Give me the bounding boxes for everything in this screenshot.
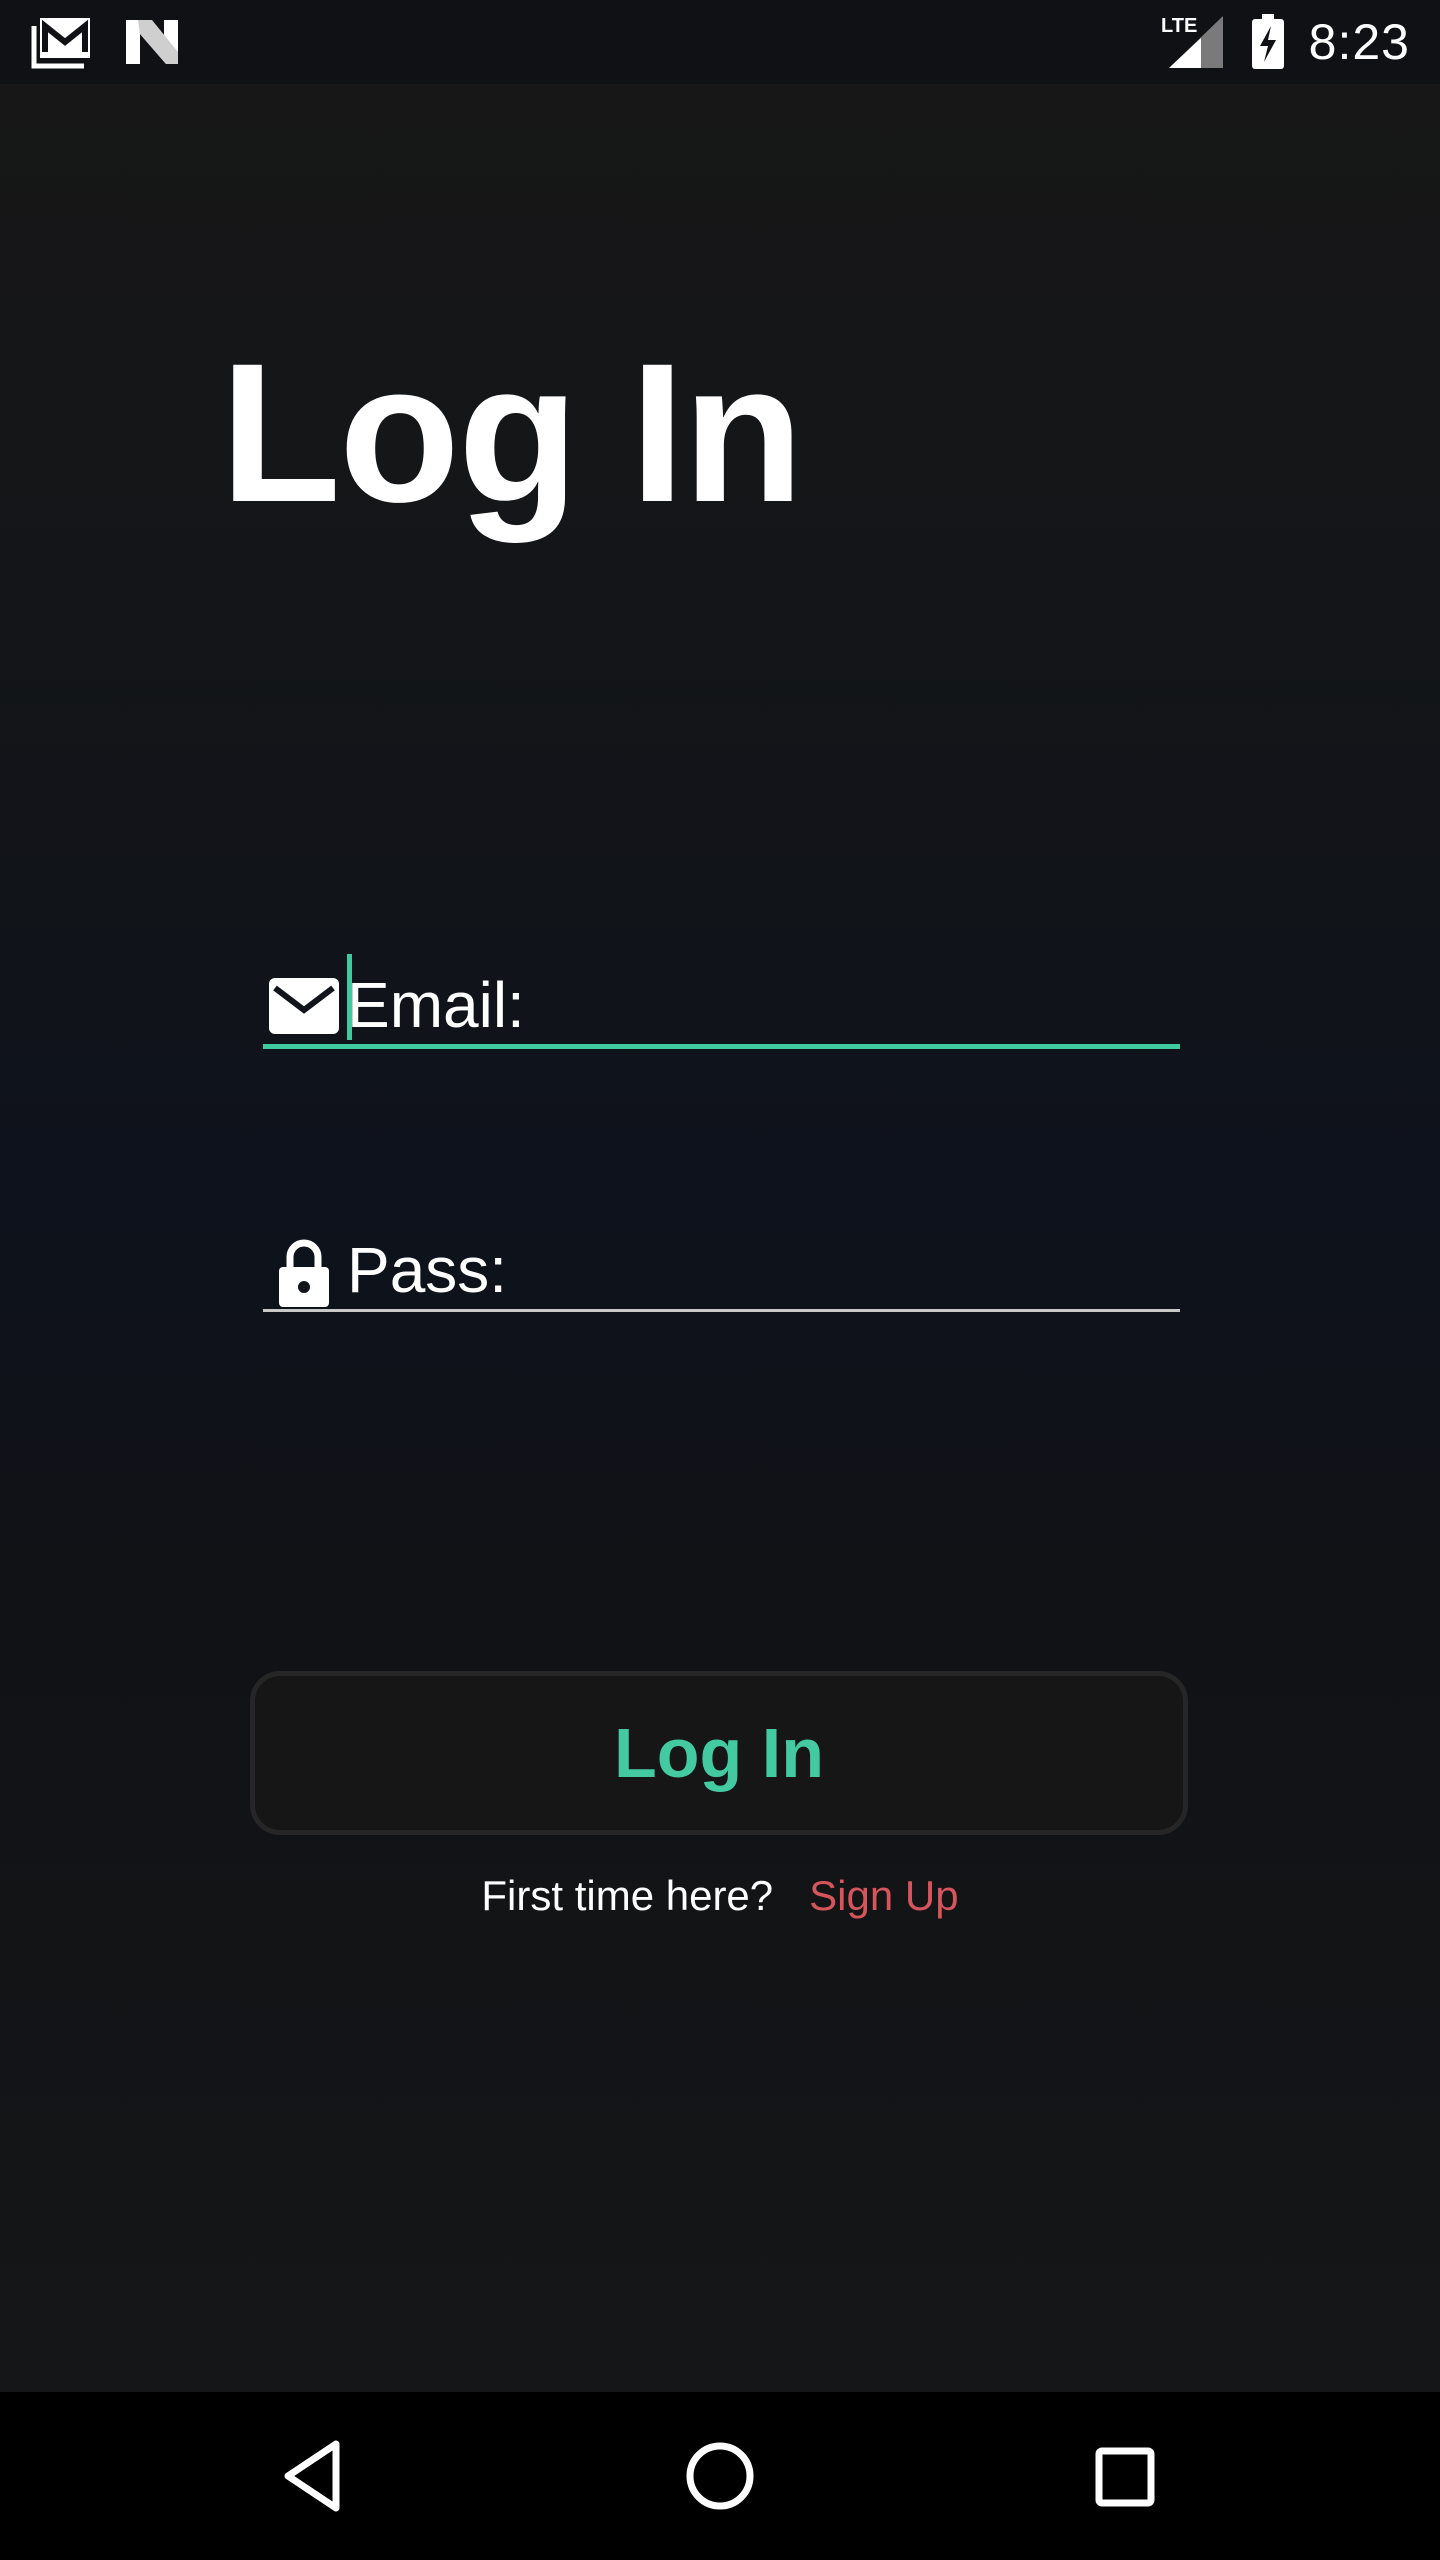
mail-icon xyxy=(269,978,339,1034)
lte-signal-icon: LTE xyxy=(1161,15,1223,68)
lock-icon xyxy=(279,1239,329,1307)
signup-prompt: First time here? xyxy=(481,1872,774,1919)
login-button-label: Log In xyxy=(614,1714,824,1792)
login-screen: Log In Email: Pass: Log In First time he… xyxy=(0,84,1440,2392)
signup-row: First time here? Sign Up xyxy=(0,1866,1440,1926)
password-field[interactable]: Pass: xyxy=(263,1219,1180,1312)
recents-icon[interactable] xyxy=(1074,2426,1174,2526)
status-right-icons: LTE 8:23 xyxy=(1161,14,1410,70)
n-notification-icon xyxy=(126,20,178,64)
signup-link[interactable]: Sign Up xyxy=(809,1872,958,1919)
svg-text:LTE: LTE xyxy=(1161,15,1197,37)
email-field[interactable]: Email: xyxy=(263,954,1180,1049)
battery-charging-icon xyxy=(1251,14,1284,69)
password-label: Pass: xyxy=(347,1234,508,1306)
gmail-notification-icon xyxy=(31,18,90,69)
page-title: Log In xyxy=(220,322,804,543)
status-left-icons xyxy=(30,14,180,70)
navigation-bar xyxy=(0,2392,1440,2560)
back-icon[interactable] xyxy=(266,2426,366,2526)
status-time: 8:23 xyxy=(1308,14,1410,70)
home-icon[interactable] xyxy=(670,2426,770,2526)
email-label: Email: xyxy=(347,969,525,1041)
login-button[interactable]: Log In xyxy=(250,1671,1188,1835)
status-bar: LTE 8:23 xyxy=(0,0,1440,84)
